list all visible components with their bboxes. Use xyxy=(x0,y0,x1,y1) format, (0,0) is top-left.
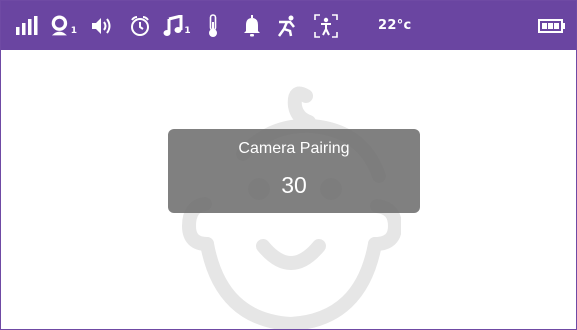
thermometer-icon xyxy=(205,1,221,50)
alarm-clock-icon xyxy=(128,1,152,50)
dialog-title: Camera Pairing xyxy=(238,140,350,157)
bell-icon xyxy=(241,1,263,50)
zoom-icon xyxy=(313,1,339,50)
battery-icon xyxy=(537,1,567,50)
music-index: 1 xyxy=(184,26,191,36)
status-bar: 1 1 22°c xyxy=(1,1,576,50)
main-view: Camera Pairing 30 xyxy=(1,50,576,329)
camera-pairing-dialog: Camera Pairing 30 xyxy=(168,129,420,213)
music-icon: 1 xyxy=(163,1,191,50)
camera-icon: 1 xyxy=(51,1,77,50)
countdown-value: 30 xyxy=(281,172,307,198)
camera-index: 1 xyxy=(70,26,77,36)
motion-icon xyxy=(275,1,299,50)
temperature-readout: 22°c xyxy=(378,18,412,33)
volume-icon xyxy=(89,1,117,50)
monitor-screen: 1 1 22°c Camera Pairing 30 xyxy=(0,0,577,330)
signal-strength-icon xyxy=(15,1,41,50)
